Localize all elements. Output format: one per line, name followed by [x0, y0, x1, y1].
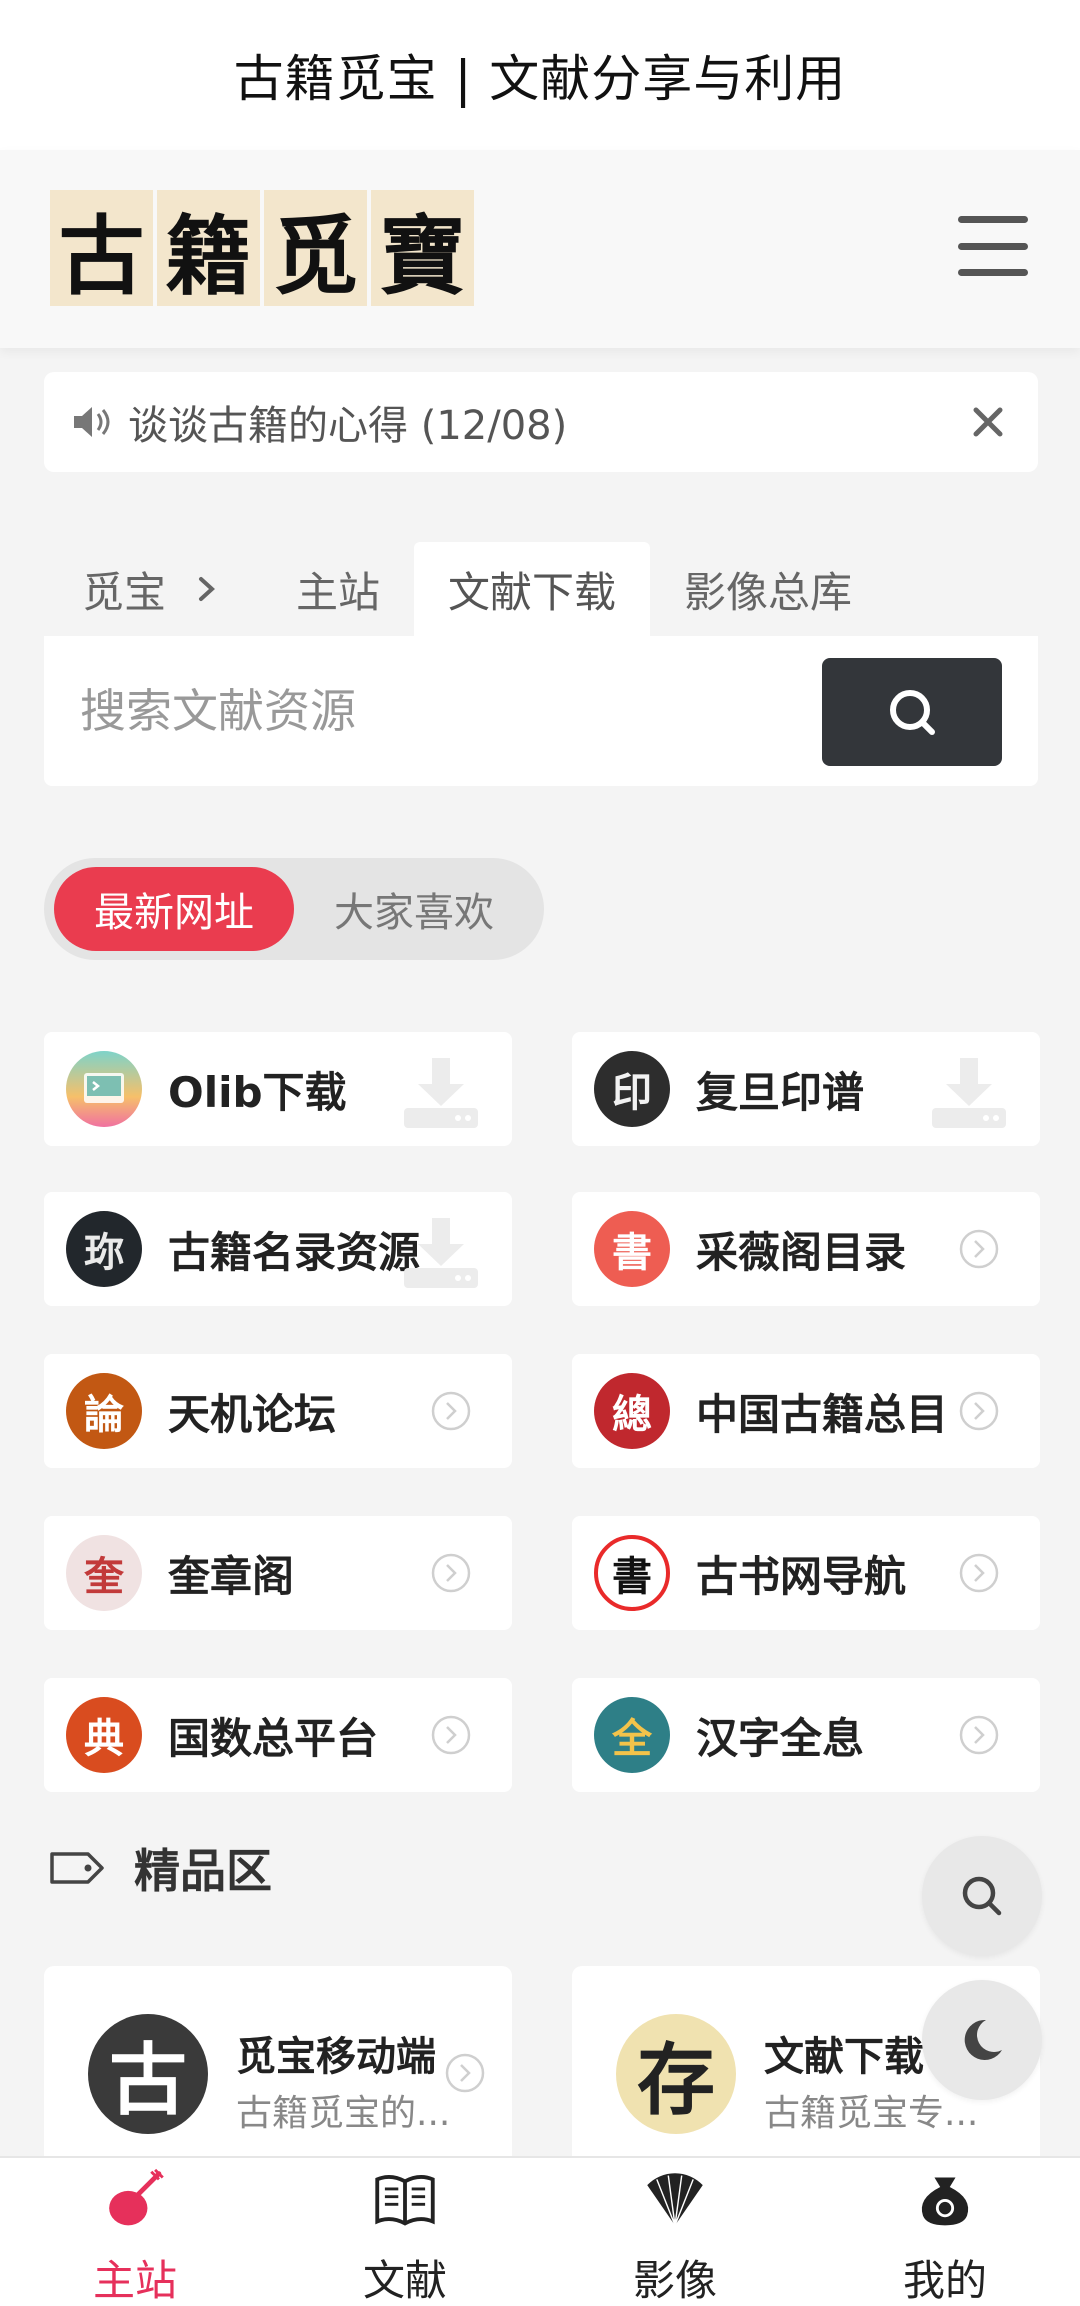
money-bag-icon: [921, 2177, 969, 2226]
link-card-fudan[interactable]: 印 复旦印谱: [572, 1032, 1040, 1146]
tag-icon: [50, 1852, 104, 1884]
link-label: 国数总平台: [168, 1713, 379, 1763]
yin-seal-icon: 印: [594, 1051, 670, 1127]
search-button[interactable]: [822, 658, 1002, 766]
link-label: 古籍名录资源: [168, 1227, 421, 1277]
link-card-guoshu[interactable]: 典 国数总平台: [44, 1678, 512, 1792]
toggle-popular[interactable]: 大家喜欢: [294, 867, 534, 951]
link-label: 奎章阁: [168, 1551, 295, 1601]
search-input[interactable]: [80, 666, 820, 756]
olib-icon: [66, 1051, 142, 1127]
dark-mode-toggle[interactable]: [922, 1980, 1042, 2100]
link-label: 天机论坛: [168, 1389, 337, 1439]
link-card-hanzi[interactable]: 全 汉字全息: [572, 1678, 1040, 1792]
link-card-gujimingl[interactable]: 珎 古籍名录资源: [44, 1192, 512, 1306]
link-card-caiwei[interactable]: 書 采薇阁目录: [572, 1192, 1040, 1306]
cun-seal-icon: 存: [616, 2014, 736, 2134]
featured-desc: 古籍觅宝专...: [764, 2093, 979, 2134]
download-icon: [404, 1218, 478, 1288]
site-logo[interactable]: 古 籍 觅 寶: [50, 190, 474, 307]
gushu-nav-icon: 書: [594, 1535, 670, 1611]
nav-item-mine[interactable]: 我的: [810, 2158, 1080, 2306]
list-toggle: 最新网址 大家喜欢: [44, 858, 544, 960]
featured-desc: 古籍觅宝的...: [236, 2093, 451, 2134]
chevron-right-icon: [431, 1391, 471, 1431]
zongmu-seal-icon: 總: [594, 1373, 670, 1449]
page-title: 古籍觅宝 | 文献分享与利用: [0, 0, 1080, 150]
hanzi-seal-icon: 全: [594, 1697, 670, 1773]
section-title-text: 精品区: [134, 1844, 272, 1898]
floating-search-button[interactable]: [922, 1836, 1042, 1956]
link-card-tianji[interactable]: 論 天机论坛: [44, 1354, 512, 1468]
link-label: 古书网导航: [696, 1551, 907, 1601]
bottom-nav: 主站 文献 影像 我的: [0, 2156, 1080, 2306]
kuizhang-seal-icon: 奎: [66, 1535, 142, 1611]
hamburger-menu-icon[interactable]: [958, 216, 1028, 276]
chevron-right-icon: [431, 1553, 471, 1593]
speaker-icon: [74, 407, 110, 437]
guoshu-seal-icon: 典: [66, 1697, 142, 1773]
moon-icon: [964, 2019, 1002, 2060]
featured-card-mobile[interactable]: 古 觅宝移动端 古籍觅宝的...: [44, 1966, 512, 2156]
search-tabs: 觅宝 主站 文献下载 影像总库: [44, 542, 1038, 636]
nav-label: 主站: [92, 2256, 177, 2305]
nav-label: 我的: [902, 2256, 987, 2305]
notice-bar[interactable]: 谈谈古籍的心得 (12/08): [44, 372, 1038, 472]
chevron-right-icon: [445, 2053, 485, 2093]
featured-title: 觅宝移动端: [236, 2034, 436, 2080]
nav-item-images[interactable]: 影像: [540, 2158, 810, 2306]
book-icon: [375, 2175, 435, 2226]
toggle-latest[interactable]: 最新网址: [54, 867, 294, 951]
search-icon: [962, 1876, 1002, 1916]
caiwei-seal-icon: 書: [594, 1211, 670, 1287]
link-card-olib[interactable]: Olib下载: [44, 1032, 512, 1146]
site-header: 古 籍 觅 寶: [0, 150, 1080, 348]
tianji-seal-icon: 論: [66, 1373, 142, 1449]
featured-title: 文献下载: [764, 2034, 924, 2080]
nav-label: 文献: [362, 2256, 447, 2305]
chevron-right-icon: [431, 1715, 471, 1755]
link-label: Olib下载: [168, 1067, 347, 1117]
logo-char: 觅: [264, 190, 367, 307]
link-label: 中国古籍总目: [696, 1389, 949, 1439]
nav-item-documents[interactable]: 文献: [270, 2158, 540, 2306]
gu-seal-icon: 古: [88, 2014, 208, 2134]
logo-char: 籍: [157, 190, 260, 307]
search-box: [44, 636, 1038, 786]
chevron-right-icon: [959, 1715, 999, 1755]
nav-item-main[interactable]: 主站: [0, 2158, 270, 2306]
tab-root[interactable]: 觅宝: [44, 542, 166, 636]
link-label: 复旦印谱: [696, 1067, 865, 1117]
tab-image-library[interactable]: 影像总库: [650, 542, 886, 636]
logo-char: 寶: [371, 190, 474, 307]
fan-icon: [647, 2173, 703, 2226]
tab-document-download[interactable]: 文献下载: [414, 542, 651, 636]
chevron-right-icon: [959, 1391, 999, 1431]
chevron-right-icon: [959, 1553, 999, 1593]
link-card-zongmu[interactable]: 總 中国古籍总目: [572, 1354, 1040, 1468]
featured-section-title: 精品区: [48, 1840, 272, 1898]
tab-main-site[interactable]: 主站: [262, 542, 414, 636]
pipa-icon: [109, 2168, 164, 2226]
link-label: 采薇阁目录: [696, 1227, 907, 1277]
mi-seal-icon: 珎: [66, 1211, 142, 1287]
nav-label: 影像: [632, 2256, 717, 2305]
chevron-right-icon: [959, 1229, 999, 1269]
search-icon: [890, 690, 935, 735]
close-icon[interactable]: [964, 398, 1012, 446]
chevron-right-icon: [199, 577, 215, 601]
notice-text: 谈谈古籍的心得 (12/08): [128, 403, 568, 449]
link-card-kuizhang[interactable]: 奎 奎章阁: [44, 1516, 512, 1630]
link-label: 汉字全息: [696, 1713, 865, 1763]
link-card-gushuwang[interactable]: 書 古书网导航: [572, 1516, 1040, 1630]
logo-char: 古: [50, 190, 153, 307]
download-icon: [932, 1058, 1006, 1128]
download-icon: [404, 1058, 478, 1128]
